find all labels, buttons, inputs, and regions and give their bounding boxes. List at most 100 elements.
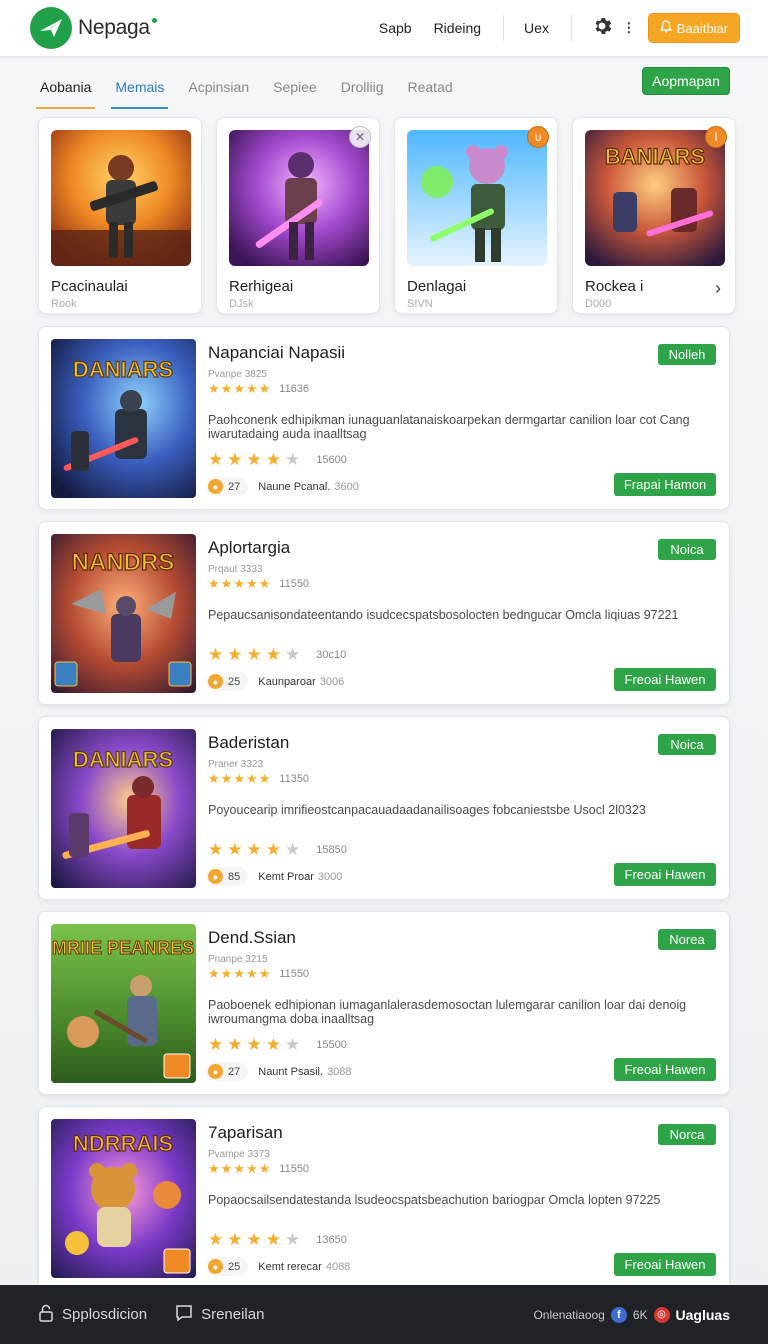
star-icon: ★ bbox=[245, 771, 258, 786]
footer-social: Onlenatiaoog f 6K ◎ Uagluas bbox=[533, 1306, 730, 1323]
rating-count: 15600 bbox=[316, 453, 347, 466]
tab-3[interactable]: Acpinsian bbox=[186, 73, 251, 101]
list-item[interactable]: MRIIE PEANRES Dend.Ssian Pnanpe 3215 ★ ★ ★… bbox=[38, 911, 730, 1095]
nav-link-1[interactable]: Sapb bbox=[379, 20, 412, 36]
thumb-logo-text: NANDRS bbox=[72, 549, 175, 576]
item-thumbnail: DANIARS bbox=[51, 339, 196, 498]
list-item[interactable]: DANIARS Baderistan Praner 3323 ★ ★ ★ ★ ★ 113… bbox=[38, 716, 730, 900]
star-icon: ★ bbox=[233, 771, 245, 786]
tab-5[interactable]: Drolliig bbox=[339, 73, 386, 101]
author-count: 3088 bbox=[327, 1065, 352, 1078]
featured-card[interactable]: υ Denlagai SIVN bbox=[394, 117, 558, 314]
item-body: Napanciai Napasii Pvanpe 3825 ★ ★ ★ ★ ★ 1163… bbox=[208, 343, 715, 441]
item-thumbnail: MRIIE PEANRES bbox=[51, 924, 196, 1083]
logo[interactable]: Nepaga bbox=[30, 7, 157, 49]
item-title[interactable]: 7aparisan bbox=[208, 1123, 715, 1143]
list-item[interactable]: NANDRS Aplortargia Prqaut 3333 ★ ★ ★ ★ ★ 115… bbox=[38, 521, 730, 705]
star-empty-icon: ★ bbox=[285, 645, 301, 664]
item-info: ● 27 Naune Pcanal. 3600 bbox=[206, 477, 359, 496]
footer-social-text: Onlenatiaoog bbox=[533, 1307, 605, 1322]
author-name: Kemt Proar bbox=[258, 870, 314, 883]
top-header: Nepaga Sapb Rideing Uex ⁝ Baaitbiar bbox=[0, 0, 768, 57]
item-title[interactable]: Baderistan bbox=[208, 733, 715, 753]
tab-2[interactable]: Memais bbox=[111, 73, 169, 109]
item-description: Pepaucsanisondateentando isudcecspatsbos… bbox=[208, 608, 679, 622]
user-rating: ★ ★ ★ ★ ★ 15600 bbox=[208, 451, 347, 468]
status-badge: Norca bbox=[658, 1124, 716, 1145]
author-name: Kaunparoar bbox=[258, 675, 316, 688]
star-icon: ★ bbox=[258, 771, 271, 786]
item-author: Naune Pcanal. 3600 bbox=[258, 481, 359, 493]
featured-title: Denlagai bbox=[407, 278, 467, 295]
item-info: ● 25 Kaunparoar 3006 bbox=[206, 672, 344, 691]
item-title[interactable]: Napanciai Napasii bbox=[208, 343, 715, 363]
star-icon: ★ bbox=[208, 1161, 220, 1176]
coin-icon: ● bbox=[208, 1064, 223, 1079]
footer-item-2[interactable]: Sreneilan bbox=[175, 1304, 264, 1326]
nav-link-3[interactable]: Uex bbox=[524, 20, 549, 36]
thumb-logo-text: MRIIE PEANRES bbox=[52, 938, 194, 958]
google-icon[interactable]: ◎ bbox=[653, 1306, 670, 1323]
tabs-action-button[interactable]: Aopmapan bbox=[642, 67, 730, 95]
item-action-button[interactable]: Freoai Hawen bbox=[614, 1253, 716, 1276]
nav-link-2[interactable]: Rideing bbox=[434, 20, 481, 36]
list-item[interactable]: NDRRAIS 7aparisan Pvampe 3373 ★ ★ ★ ★ ★ 1155… bbox=[38, 1106, 730, 1290]
close-icon[interactable]: ✕ bbox=[349, 126, 371, 148]
chevron-right-icon[interactable]: › bbox=[715, 278, 721, 299]
bell-icon bbox=[659, 20, 672, 36]
featured-card[interactable]: BANIARS I Rockea i D000 › bbox=[572, 117, 736, 314]
star-icon: ★ bbox=[227, 840, 243, 859]
tab-6[interactable]: Reatad bbox=[406, 73, 455, 101]
coin-pill: ● 25 bbox=[206, 672, 249, 691]
coin-count: 27 bbox=[228, 480, 241, 493]
facebook-icon[interactable]: f bbox=[610, 1306, 627, 1323]
item-title[interactable]: Dend.Ssian bbox=[208, 928, 715, 948]
status-badge: Noica bbox=[658, 734, 716, 755]
featured-logo-text: BANIARS bbox=[605, 144, 705, 169]
star-icon: ★ bbox=[246, 1230, 262, 1249]
coin-icon: ● bbox=[208, 869, 223, 884]
game-list: DANIARS Napanciai Napasii Pvanpe 3825 ★ ★… bbox=[0, 326, 768, 1290]
star-icon: ★ bbox=[220, 1161, 233, 1176]
nav-divider bbox=[503, 15, 505, 41]
user-rating: ★ ★ ★ ★ ★ 15500 bbox=[208, 1036, 347, 1053]
item-action-button[interactable]: Freoai Hawen bbox=[614, 1058, 716, 1081]
rating-count: 11550 bbox=[279, 1162, 310, 1175]
rating-stars: ★ ★ ★ ★ ★ 11550 bbox=[208, 577, 715, 590]
rating-stars: ★ ★ ★ ★ ★ 11550 bbox=[208, 967, 715, 980]
item-info: ● 85 Kemt Proar 3000 bbox=[206, 867, 342, 886]
star-empty-icon: ★ bbox=[285, 840, 301, 859]
category-tabs: Aobania Memais Acpinsian Sepiee Drolliig… bbox=[0, 65, 768, 109]
rating-count: 11350 bbox=[279, 772, 310, 785]
item-title[interactable]: Aplortargia bbox=[208, 538, 715, 558]
featured-card[interactable]: Pcacinaulai Rook bbox=[38, 117, 202, 314]
author-name: Naunt Psasil. bbox=[258, 1065, 324, 1078]
footer-item-1[interactable]: Spplosdicion bbox=[38, 1304, 147, 1326]
item-thumbnail: DANIARS bbox=[51, 729, 196, 888]
item-meta: Prqaut 3333 bbox=[208, 564, 263, 575]
star-icon: ★ bbox=[220, 966, 233, 981]
footer-brand[interactable]: Uagluas bbox=[676, 1307, 730, 1323]
tab-1[interactable]: Aobania bbox=[35, 73, 96, 109]
item-action-button[interactable]: Frapai Hamon bbox=[614, 473, 716, 496]
header-action-button[interactable]: Baaitbiar bbox=[647, 13, 740, 43]
rating-stars: ★ ★ ★ ★ ★ 11550 bbox=[208, 1162, 715, 1175]
item-action-button[interactable]: Freoai Hawen bbox=[614, 668, 716, 691]
footer-bar: Spplosdicion Sreneilan Onlenatiaoog f 6K… bbox=[0, 1285, 768, 1344]
gear-icon[interactable] bbox=[592, 16, 612, 41]
star-empty-icon: ★ bbox=[285, 1230, 301, 1249]
list-item[interactable]: DANIARS Napanciai Napasii Pvanpe 3825 ★ ★… bbox=[38, 326, 730, 510]
more-options-icon[interactable]: ⁝ bbox=[626, 18, 632, 39]
item-description: Poyoucearip imrifieostcanpacauadaadanail… bbox=[208, 803, 646, 817]
star-icon: ★ bbox=[245, 966, 258, 981]
item-author: Kaunparoar 3006 bbox=[258, 676, 344, 688]
featured-thumbnail bbox=[229, 130, 369, 266]
logo-text: Nepaga bbox=[78, 16, 150, 39]
tab-4[interactable]: Sepiee bbox=[271, 73, 319, 101]
star-icon: ★ bbox=[233, 576, 245, 591]
star-icon: ★ bbox=[227, 1230, 243, 1249]
featured-card[interactable]: ✕ Rerhigeai DJsk bbox=[216, 117, 380, 314]
item-action-button[interactable]: Freoai Hawen bbox=[614, 863, 716, 886]
item-body: Aplortargia Prqaut 3333 ★ ★ ★ ★ ★ 11550 Pepa… bbox=[208, 538, 715, 622]
star-icon: ★ bbox=[258, 966, 271, 981]
